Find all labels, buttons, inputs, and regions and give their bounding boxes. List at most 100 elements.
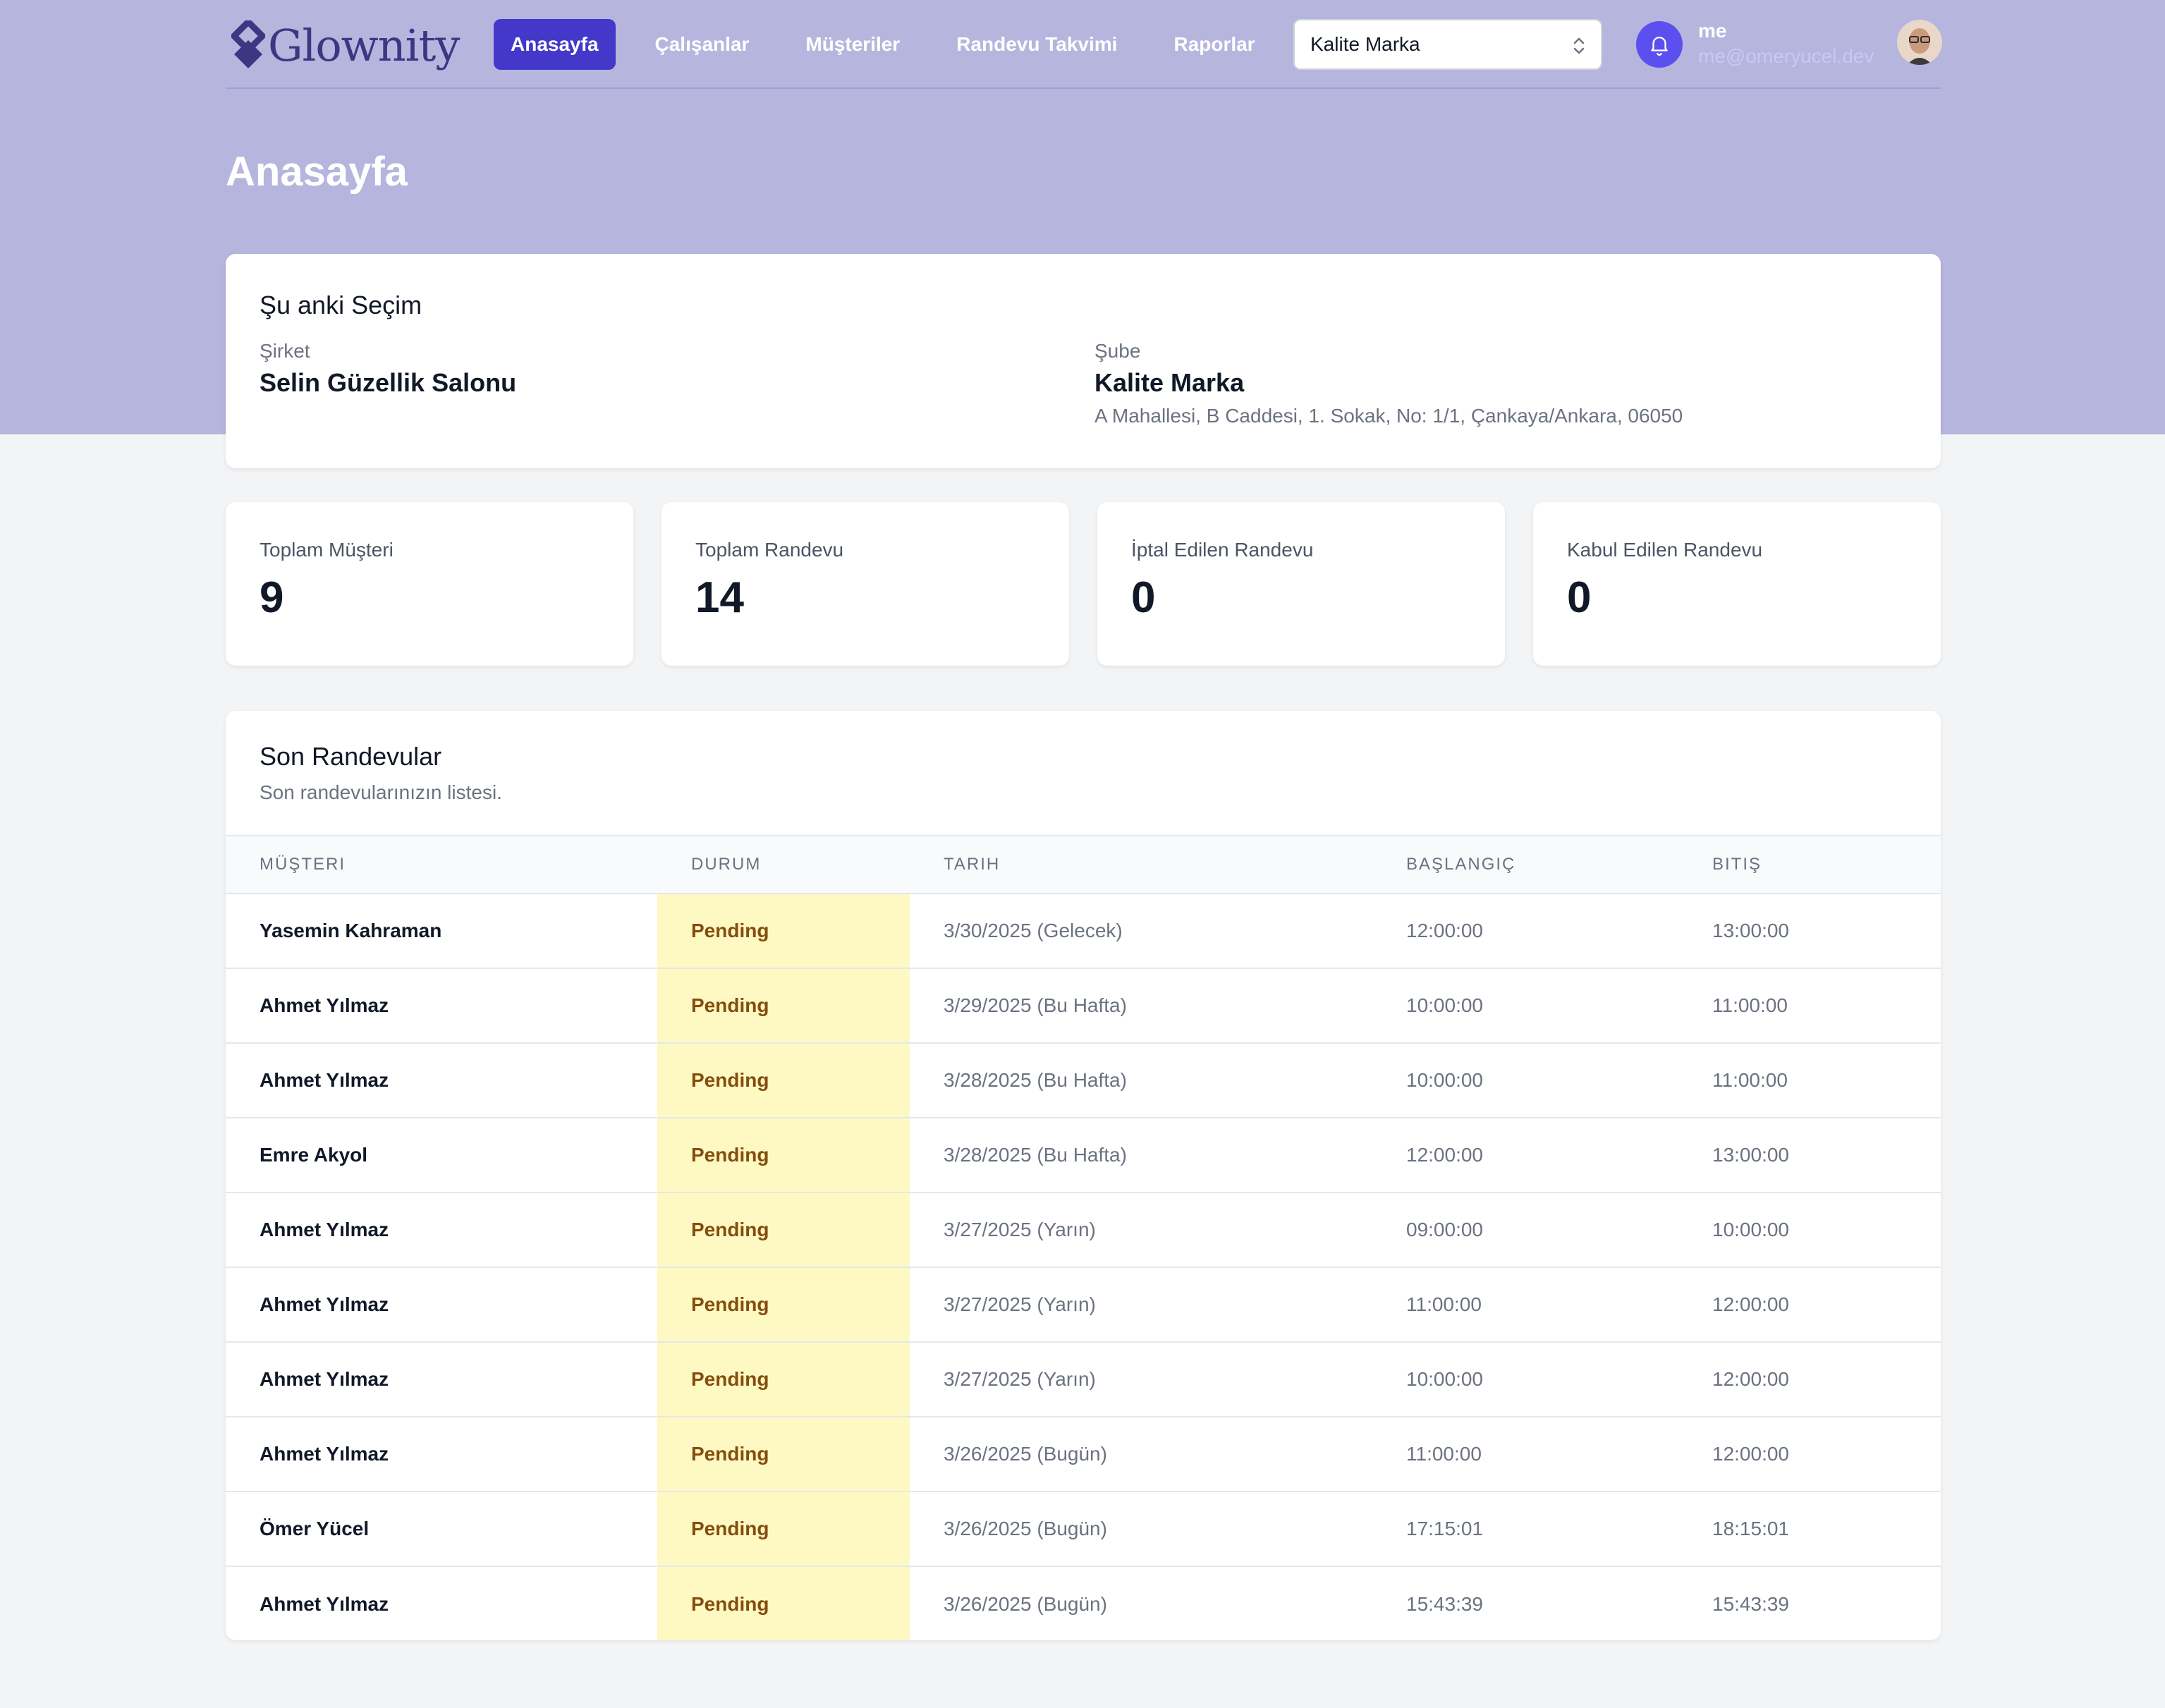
customer-cell: Ahmet Yılmaz — [226, 1342, 657, 1417]
end-time-cell: 12:00:00 — [1678, 1267, 1941, 1343]
end-time-cell: 11:00:00 — [1678, 1043, 1941, 1118]
date-cell: 3/29/2025 (Bu Hafta) — [910, 968, 1372, 1044]
end-time-cell: 10:00:00 — [1678, 1192, 1941, 1268]
branch-select-value: Kalite Marka — [1310, 33, 1420, 55]
column-header-end[interactable]: BITIŞ — [1678, 835, 1941, 894]
nav-item-anasayfa[interactable]: Anasayfa — [494, 19, 616, 70]
stat-value: 9 — [260, 573, 284, 622]
stat-card-total-customers: Toplam Müşteri 9 — [226, 502, 633, 666]
table-row[interactable]: Ahmet Yılmaz Pending 3/29/2025 (Bu Hafta) 1… — [226, 968, 1941, 1044]
stat-card-cancelled-appointments: İptal Edilen Randevu 0 — [1097, 502, 1505, 666]
user-info[interactable]: me me@omeryucel.dev — [1698, 18, 1874, 69]
start-time-cell: 12:00:00 — [1372, 1118, 1678, 1193]
user-name: me — [1698, 20, 1727, 42]
company-info: Şirket Selin Güzellik Salonu — [260, 340, 516, 398]
table-row[interactable]: Ahmet Yılmaz Pending 3/26/2025 (Bugün) 11:0… — [226, 1417, 1941, 1492]
start-time-cell: 10:00:00 — [1372, 1342, 1678, 1417]
table-row[interactable]: Ahmet Yılmaz Pending 3/27/2025 (Yarın) 11:0… — [226, 1267, 1941, 1343]
column-header-customer[interactable]: MÜŞTERI — [226, 835, 657, 894]
date-cell: 3/28/2025 (Bu Hafta) — [910, 1043, 1372, 1118]
stat-card-accepted-appointments: Kabul Edilen Randevu 0 — [1533, 502, 1941, 666]
nav-item-musteriler[interactable]: Müşteriler — [788, 19, 917, 70]
stat-label: Toplam Randevu — [695, 539, 844, 561]
customer-cell: Ahmet Yılmaz — [226, 1043, 657, 1118]
start-time-cell: 15:43:39 — [1406, 1592, 1483, 1615]
stats-row: Toplam Müşteri 9 Toplam Randevu 14 İptal… — [226, 502, 1941, 666]
appointments-table: MÜŞTERI DURUM TARIH BAŞLANGIÇ BITIŞ Yase… — [226, 835, 1941, 1640]
stat-card-total-appointments: Toplam Randevu 14 — [661, 502, 1069, 666]
table-row[interactable]: Emre Akyol Pending 3/28/2025 (Bu Hafta) 12:… — [226, 1118, 1941, 1193]
date-cell: 3/28/2025 (Bu Hafta) — [910, 1118, 1372, 1193]
status-cell: Pending — [657, 1192, 910, 1268]
company-name: Selin Güzellik Salonu — [260, 368, 517, 397]
table-row[interactable]: Ahmet Yılmaz Pending 3/27/2025 (Yarın) 10:0… — [226, 1342, 1941, 1417]
notifications-button[interactable] — [1636, 21, 1683, 68]
status-cell: Pending — [657, 1566, 910, 1640]
page-title: Anasayfa — [226, 149, 408, 195]
chevron-up-down-icon — [1573, 37, 1585, 54]
end-time-cell: 13:00:00 — [1678, 1118, 1941, 1193]
customer-cell: Yasemin Kahraman — [226, 893, 657, 969]
column-header-date[interactable]: TARIH — [910, 835, 1372, 894]
date-cell: 3/27/2025 (Yarın) — [910, 1342, 1372, 1417]
status-cell: Pending — [657, 1118, 910, 1193]
customer-cell: Ahmet Yılmaz — [226, 968, 657, 1044]
customer-cell: Emre Akyol — [226, 1118, 657, 1193]
avatar-image — [1897, 20, 1942, 65]
stat-label: Toplam Müşteri — [260, 539, 394, 561]
bell-icon — [1651, 37, 1668, 56]
table-header-row: MÜŞTERI DURUM TARIH BAŞLANGIÇ BITIŞ — [226, 835, 1941, 894]
end-time-cell: 12:00:00 — [1678, 1342, 1941, 1417]
date-cell: 3/26/2025 (Bugün) — [910, 1492, 1372, 1567]
date-cell: 3/26/2025 (Bugün) — [944, 1592, 1107, 1615]
user-email: me@omeryucel.dev — [1698, 45, 1874, 67]
end-time-cell: 18:15:01 — [1678, 1492, 1941, 1567]
brand-name: Glownity — [268, 19, 460, 71]
stat-label: İptal Edilen Randevu — [1131, 539, 1314, 561]
table-row[interactable]: Yasemin Kahraman Pending 3/30/2025 (Gelece… — [226, 893, 1941, 969]
stat-value: 14 — [695, 573, 744, 622]
end-time-cell: 12:00:00 — [1678, 1417, 1941, 1492]
table-row[interactable]: Ahmet Yılmaz Pending 3/26/2025 (Bugün) 15:4… — [226, 1566, 1941, 1640]
nav-item-raporlar[interactable]: Raporlar — [1157, 19, 1271, 70]
nav-item-calisanlar[interactable]: Çalışanlar — [638, 19, 767, 70]
status-cell: Pending — [657, 1043, 910, 1118]
branch-name: Kalite Marka — [1094, 368, 1245, 397]
recent-subtitle: Son randevularınızın listesi. — [260, 781, 502, 803]
end-time-cell: 13:00:00 — [1678, 893, 1941, 969]
column-header-status[interactable]: DURUM — [657, 835, 910, 894]
brand-logo[interactable]: Glownity — [231, 18, 460, 72]
branch-info: Şube Kalite Marka A Mahallesi, B Caddesi… — [1094, 340, 1683, 427]
customer-cell: Ahmet Yılmaz — [226, 1417, 657, 1492]
table-row[interactable]: Ahmet Yılmaz Pending 3/27/2025 (Yarın) 09:0… — [226, 1192, 1941, 1268]
recent-title: Son Randevular — [260, 742, 442, 771]
table-row[interactable]: Ahmet Yılmaz Pending 3/28/2025 (Bu Hafta) 1… — [226, 1043, 1941, 1118]
start-time-cell: 11:00:00 — [1372, 1417, 1678, 1492]
branch-label: Şube — [1094, 340, 1141, 362]
current-selection-card: Şu anki Seçim Şirket Selin Güzellik Salo… — [226, 254, 1941, 468]
stat-value: 0 — [1131, 573, 1156, 622]
status-cell: Pending — [657, 1417, 910, 1492]
date-cell: 3/26/2025 (Bugün) — [910, 1417, 1372, 1492]
column-header-start[interactable]: BAŞLANGIÇ — [1372, 835, 1678, 894]
avatar[interactable] — [1897, 20, 1942, 65]
top-navigation: Glownity Anasayfa Çalışanlar Müşteriler … — [226, 0, 1942, 89]
customer-cell: Ahmet Yılmaz — [226, 1192, 657, 1268]
table-row[interactable]: Ömer Yücel Pending 3/26/2025 (Bugün) 17:15:… — [226, 1492, 1941, 1567]
start-time-cell: 10:00:00 — [1372, 1043, 1678, 1118]
nav-item-randevu-takvimi[interactable]: Randevu Takvimi — [939, 19, 1134, 70]
customer-cell: Ömer Yücel — [226, 1492, 657, 1567]
company-label: Şirket — [260, 340, 310, 362]
branch-select[interactable]: Kalite Marka — [1293, 19, 1602, 70]
date-cell: 3/30/2025 (Gelecek) — [910, 893, 1372, 969]
status-cell: Pending — [657, 893, 910, 969]
status-cell: Pending — [657, 1267, 910, 1343]
customer-cell: Ahmet Yılmaz — [226, 1267, 657, 1343]
diamond-logo-icon — [231, 20, 265, 68]
start-time-cell: 12:00:00 — [1372, 893, 1678, 969]
status-cell: Pending — [657, 1492, 910, 1567]
stat-label: Kabul Edilen Randevu — [1567, 539, 1763, 561]
end-time-cell: 15:43:39 — [1712, 1592, 1789, 1615]
status-cell: Pending — [657, 968, 910, 1044]
customer-cell: Ahmet Yılmaz — [260, 1592, 389, 1615]
